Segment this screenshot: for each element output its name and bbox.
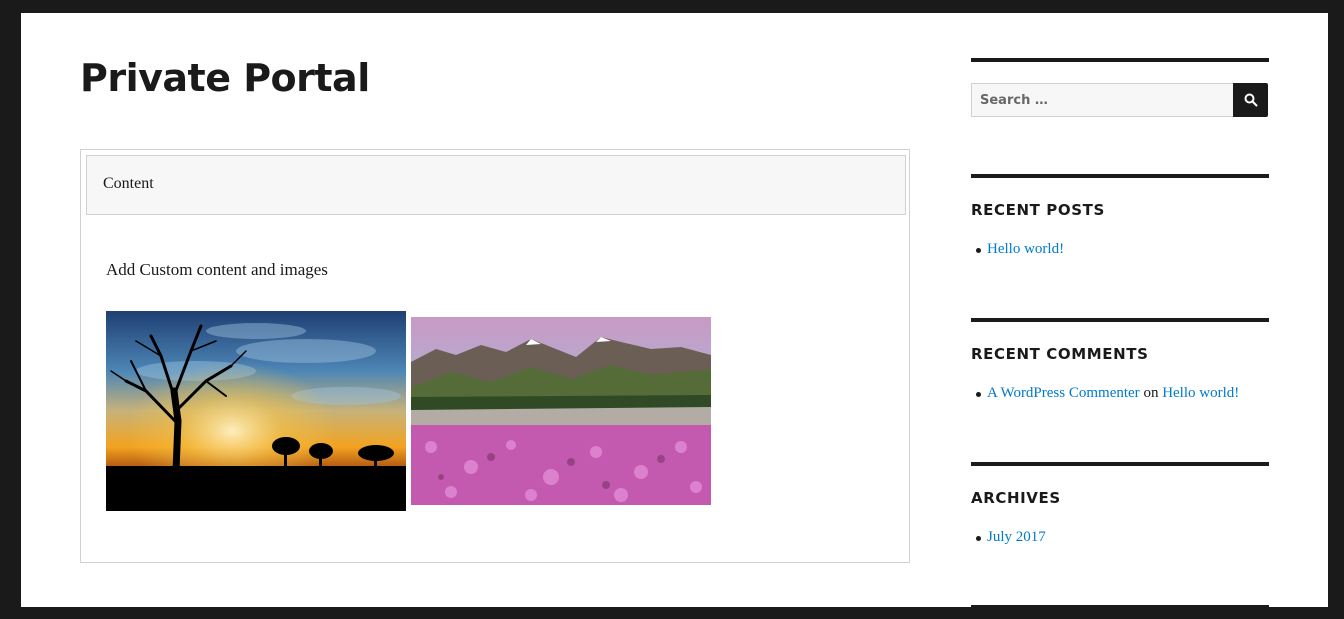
list-item: A WordPress Commenter on Hello world! bbox=[971, 385, 1239, 402]
widget-divider bbox=[971, 174, 1269, 178]
content-panel: Content Add Custom content and images bbox=[80, 149, 910, 563]
mountain-meadow-image bbox=[411, 317, 711, 505]
recent-posts-title: RECENT POSTS bbox=[971, 201, 1105, 219]
site-title[interactable]: Private Portal bbox=[80, 59, 370, 97]
recent-posts-list: Hello world! bbox=[971, 241, 1064, 258]
recent-comments-title: RECENT COMMENTS bbox=[971, 345, 1149, 363]
widget-divider bbox=[971, 318, 1269, 322]
page: Private Portal Content Add Custom conten… bbox=[21, 13, 1328, 607]
bullet-icon bbox=[976, 248, 981, 253]
comment-author-link[interactable]: A WordPress Commenter bbox=[987, 385, 1140, 401]
search-icon bbox=[1244, 93, 1257, 107]
widget-divider bbox=[971, 58, 1269, 62]
comment-connector: on bbox=[1143, 385, 1159, 401]
search-button[interactable] bbox=[1233, 83, 1268, 117]
sunset-image bbox=[106, 311, 406, 511]
widget-divider bbox=[971, 462, 1269, 466]
list-item: July 2017 bbox=[971, 529, 1046, 546]
recent-comments-list: A WordPress Commenter on Hello world! bbox=[971, 385, 1239, 402]
content-text: Add Custom content and images bbox=[106, 260, 328, 279]
list-item: Hello world! bbox=[971, 241, 1064, 258]
archive-link[interactable]: July 2017 bbox=[987, 529, 1046, 545]
bullet-icon bbox=[976, 392, 981, 397]
archives-list: July 2017 bbox=[971, 529, 1046, 546]
bullet-icon bbox=[976, 536, 981, 541]
widget-divider bbox=[971, 605, 1269, 607]
recent-post-link[interactable]: Hello world! bbox=[987, 241, 1064, 257]
archives-title: ARCHIVES bbox=[971, 489, 1061, 507]
content-panel-title: Content bbox=[103, 175, 154, 192]
comment-post-link[interactable]: Hello world! bbox=[1162, 385, 1239, 401]
content-panel-header: Content bbox=[86, 155, 906, 215]
search-input[interactable] bbox=[971, 83, 1233, 117]
